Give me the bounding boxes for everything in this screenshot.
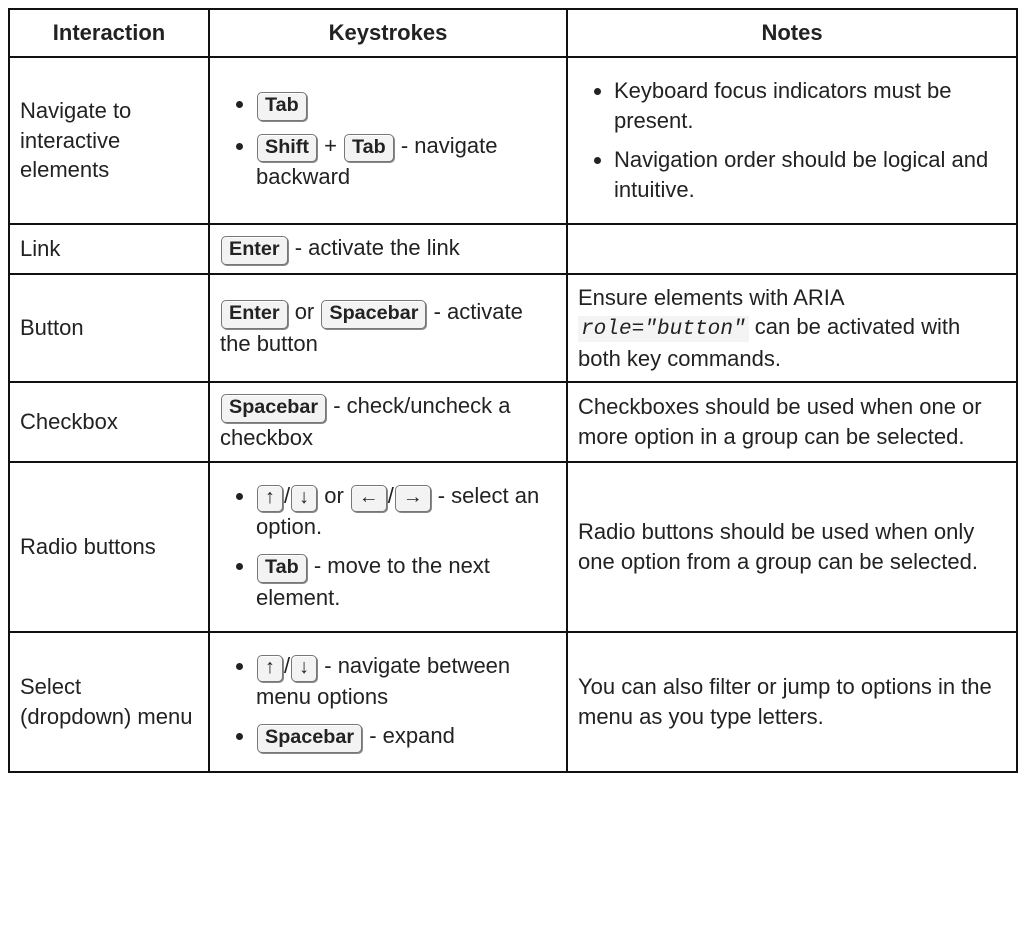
notes-cell: Checkboxes should be used when one or mo… — [567, 382, 1017, 461]
dash-label: - — [308, 553, 328, 578]
code-role-button: role="button" — [578, 316, 749, 342]
keystroke-list: Tab Shift + Tab - navigate backward — [220, 89, 556, 192]
key-tab: Tab — [257, 92, 307, 121]
table-row: Select (dropdown) menu ↑/↓ - navigate be… — [9, 632, 1017, 772]
key-enter: Enter — [221, 300, 288, 329]
keystrokes-cell: ↑/↓ - navigate between menu options Spac… — [209, 632, 567, 772]
keystroke-desc: expand — [383, 723, 455, 748]
header-keystrokes: Keystrokes — [209, 9, 567, 57]
key-tab: Tab — [257, 554, 307, 583]
keystroke-item: ↑/↓ or ←/→ - select an option. — [256, 481, 556, 541]
dash-label: - — [363, 723, 383, 748]
notes-cell: Keyboard focus indicators must be presen… — [567, 57, 1017, 224]
key-up-arrow: ↑ — [257, 485, 283, 512]
slash-label: / — [284, 483, 290, 508]
keystroke-item: ↑/↓ - navigate between menu options — [256, 651, 556, 711]
slash-label: / — [388, 483, 394, 508]
key-tab: Tab — [344, 134, 394, 163]
keystroke-list: ↑/↓ or ←/→ - select an option. Tab - mov… — [220, 481, 556, 613]
key-spacebar: Spacebar — [321, 300, 426, 329]
keystroke-list: ↑/↓ - navigate between menu options Spac… — [220, 651, 556, 753]
dash-label: - — [318, 653, 338, 678]
header-interaction: Interaction — [9, 9, 209, 57]
key-enter: Enter — [221, 236, 288, 265]
notes-cell: You can also filter or jump to options i… — [567, 632, 1017, 772]
keystrokes-cell: Tab Shift + Tab - navigate backward — [209, 57, 567, 224]
note-item: Navigation order should be logical and i… — [614, 145, 1006, 204]
dash-label: - — [327, 393, 347, 418]
keyboard-interactions-table: Interaction Keystrokes Notes Navigate to… — [8, 8, 1018, 773]
notes-cell: Radio buttons should be used when only o… — [567, 462, 1017, 632]
note-text: Ensure elements with ARIA — [578, 285, 843, 310]
key-left-arrow: ← — [351, 485, 387, 512]
key-up-arrow: ↑ — [257, 655, 283, 682]
header-notes: Notes — [567, 9, 1017, 57]
key-right-arrow: → — [395, 485, 431, 512]
interaction-cell: Select (dropdown) menu — [9, 632, 209, 772]
keystrokes-cell: Enter or Spacebar - activate the button — [209, 274, 567, 383]
keystroke-item: Tab - move to the next element. — [256, 551, 556, 612]
dash-label: - — [289, 235, 309, 260]
dash-label: - — [395, 133, 415, 158]
keystrokes-cell: ↑/↓ or ←/→ - select an option. Tab - mov… — [209, 462, 567, 632]
interaction-cell: Navigate to interactive elements — [9, 57, 209, 224]
note-item: Keyboard focus indicators must be presen… — [614, 76, 1006, 135]
keystroke-item: Spacebar - expand — [256, 721, 556, 753]
key-down-arrow: ↓ — [291, 655, 317, 682]
notes-list: Keyboard focus indicators must be presen… — [578, 76, 1006, 205]
key-spacebar: Spacebar — [257, 724, 362, 753]
keystroke-desc: activate the link — [308, 235, 460, 260]
interaction-cell: Link — [9, 224, 209, 274]
key-shift: Shift — [257, 134, 317, 163]
keystroke-item: Shift + Tab - navigate backward — [256, 131, 556, 192]
interaction-cell: Radio buttons — [9, 462, 209, 632]
dash-label: - — [432, 483, 452, 508]
plus-label: + — [318, 133, 343, 158]
key-down-arrow: ↓ — [291, 485, 317, 512]
table-row: Radio buttons ↑/↓ or ←/→ - select an opt… — [9, 462, 1017, 632]
notes-cell: Ensure elements with ARIA role="button" … — [567, 274, 1017, 383]
table-row: Link Enter - activate the link — [9, 224, 1017, 274]
table-row: Navigate to interactive elements Tab Shi… — [9, 57, 1017, 224]
interaction-cell: Button — [9, 274, 209, 383]
or-label: or — [289, 299, 321, 324]
dash-label: - — [427, 299, 447, 324]
table-row: Checkbox Spacebar - check/uncheck a chec… — [9, 382, 1017, 461]
or-label: or — [318, 483, 350, 508]
table-row: Button Enter or Spacebar - activate the … — [9, 274, 1017, 383]
notes-cell — [567, 224, 1017, 274]
keystrokes-cell: Spacebar - check/uncheck a checkbox — [209, 382, 567, 461]
table-header-row: Interaction Keystrokes Notes — [9, 9, 1017, 57]
slash-label: / — [284, 653, 290, 678]
key-spacebar: Spacebar — [221, 394, 326, 423]
keystroke-item: Tab — [256, 89, 556, 121]
interaction-cell: Checkbox — [9, 382, 209, 461]
keystrokes-cell: Enter - activate the link — [209, 224, 567, 274]
